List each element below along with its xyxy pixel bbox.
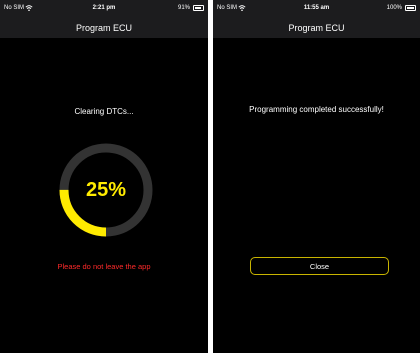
status-time: 2:21 pm <box>92 5 116 11</box>
screen-programming-complete: No SIM 11:55 am 100% Program ECU Program… <box>213 0 420 353</box>
warning-message: Please do not leave the app <box>57 262 151 271</box>
battery-icon <box>193 5 204 11</box>
status-message: Clearing DTCs... <box>74 107 134 116</box>
progress-percentage: 25% <box>85 178 127 201</box>
nav-title: Program ECU <box>213 18 420 38</box>
status-bar: No SIM 11:55 am 100% <box>213 0 420 18</box>
nav-title: Program ECU <box>0 18 208 38</box>
status-message: Programming completed successfully! <box>249 105 384 114</box>
battery-icon <box>405 5 416 11</box>
status-bar: No SIM 2:21 pm 91% <box>0 0 208 18</box>
battery-percentage: 91% <box>177 5 190 11</box>
close-button[interactable]: Close <box>250 257 389 275</box>
battery-percentage: 100% <box>386 5 402 11</box>
screen-programming-progress: No SIM 2:21 pm 91% Program ECU Clearing … <box>0 0 208 353</box>
